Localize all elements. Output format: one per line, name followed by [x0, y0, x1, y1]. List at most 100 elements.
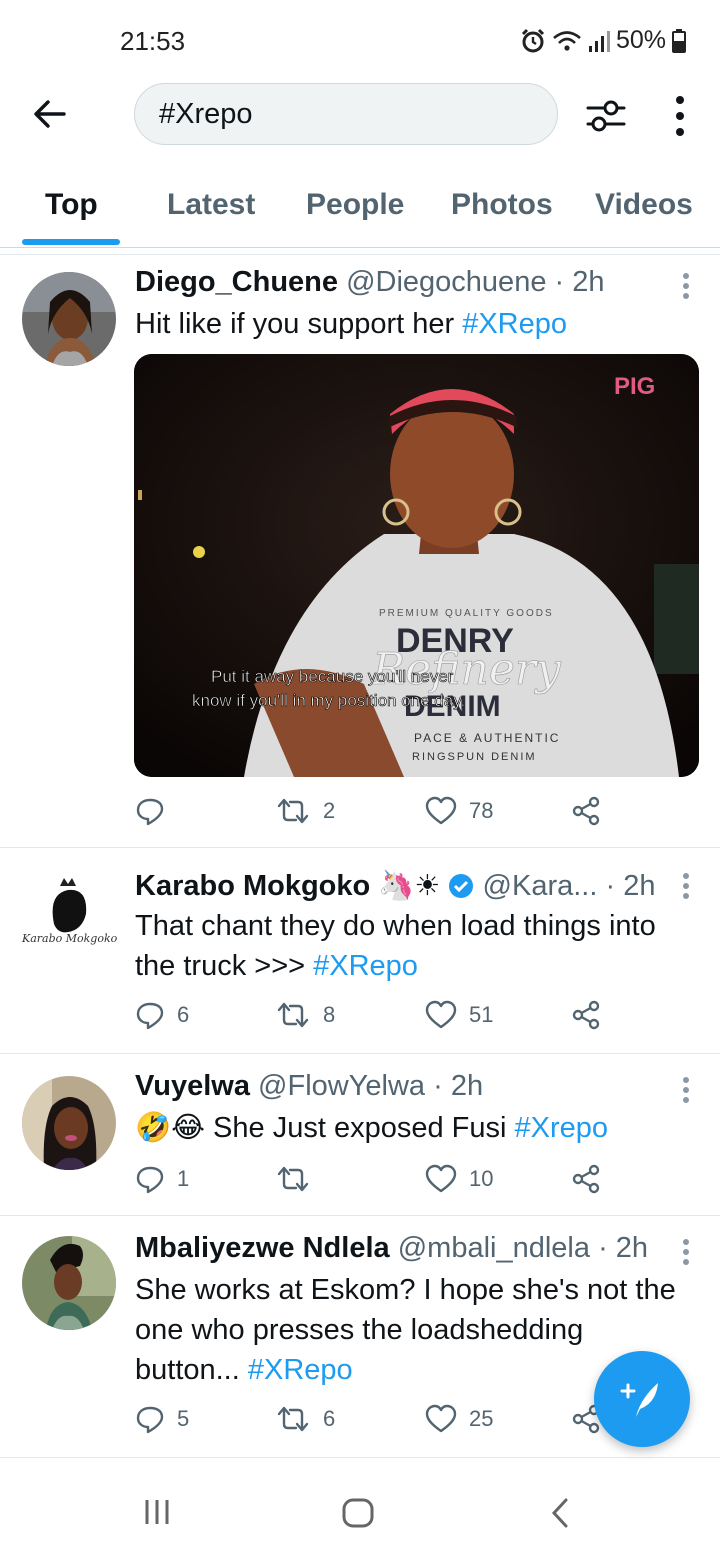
- battery-percent: 50%: [615, 26, 666, 54]
- wifi-icon: [553, 30, 581, 51]
- tweet-text: That chant they do when load things into…: [135, 906, 695, 986]
- avatar[interactable]: Karabo Mokgoko: [18, 864, 118, 958]
- retweet-count: 2: [323, 798, 336, 823]
- heart-icon: [425, 1000, 457, 1029]
- hashtag-link[interactable]: #Xrepo: [515, 1112, 609, 1144]
- share-button[interactable]: [571, 1164, 601, 1194]
- author-name[interactable]: Diego_Chuene: [135, 266, 338, 298]
- name-emoji: 🦄☀: [378, 870, 441, 902]
- shirt-print-text: PACE & AUTHENTIC: [414, 731, 560, 745]
- like-button[interactable]: 51: [425, 1000, 493, 1030]
- retweet-button[interactable]: 2: [275, 796, 335, 826]
- shirt-print-text: PREMIUM QUALITY GOODS: [379, 608, 554, 619]
- tweet-menu-icon[interactable]: [682, 1076, 690, 1104]
- tweet-menu-icon[interactable]: [682, 1238, 690, 1266]
- like-button[interactable]: 25: [425, 1404, 493, 1434]
- author-handle[interactable]: @mbali_ndlela: [398, 1232, 590, 1264]
- search-header: #Xrepo: [0, 80, 720, 152]
- heart-icon: [425, 796, 457, 825]
- author-name[interactable]: Mbaliyezwe Ndlela: [135, 1232, 390, 1264]
- author-handle[interactable]: @Diegochuene: [346, 266, 546, 298]
- tweet-card[interactable]: Vuyelwa @FlowYelwa · 2h 🤣😂 She Just expo…: [0, 1054, 720, 1216]
- heart-icon: [425, 1404, 457, 1433]
- retweet-count: 6: [323, 1406, 336, 1431]
- retweet-button[interactable]: 6: [275, 1404, 335, 1434]
- reply-button[interactable]: 5: [135, 1404, 189, 1434]
- share-icon: [572, 796, 600, 826]
- tweet-emoji: 🤣😂: [135, 1112, 205, 1144]
- nav-back-icon[interactable]: [550, 1498, 570, 1528]
- hashtag-link[interactable]: #XRepo: [248, 1354, 353, 1386]
- filter-icon[interactable]: [584, 94, 628, 138]
- tweet-menu-icon[interactable]: [682, 872, 690, 900]
- heart-icon: [425, 1164, 457, 1193]
- reply-button[interactable]: 6: [135, 1000, 189, 1030]
- retweet-button[interactable]: [275, 1164, 323, 1194]
- author-name[interactable]: Karabo Mokgoko: [135, 870, 370, 902]
- tab-photos[interactable]: Photos: [451, 188, 553, 222]
- recent-apps-icon[interactable]: [143, 1498, 171, 1526]
- tweet-actions: 1 10: [135, 1164, 605, 1204]
- hashtag-link[interactable]: #XRepo: [313, 950, 418, 982]
- author-handle[interactable]: @Kara...: [483, 870, 598, 902]
- status-time: 21:53: [120, 26, 186, 56]
- reply-button[interactable]: [135, 796, 177, 826]
- tweet-actions: 2 78: [135, 796, 605, 836]
- retweet-button[interactable]: 8: [275, 1000, 335, 1030]
- search-tabs: Top Latest People Photos Videos: [0, 172, 720, 248]
- tweet-text-body: She Just exposed Fusi: [205, 1112, 515, 1144]
- like-count: 78: [469, 798, 494, 823]
- search-input[interactable]: #Xrepo: [134, 83, 558, 145]
- reply-count: 5: [177, 1406, 190, 1431]
- share-button[interactable]: [571, 1000, 601, 1030]
- tweet-menu-icon[interactable]: [682, 272, 690, 300]
- more-options-icon[interactable]: [668, 94, 692, 138]
- reply-count: 6: [177, 1002, 190, 1027]
- tweet-header: Vuyelwa @FlowYelwa · 2h: [135, 1070, 483, 1103]
- system-navigation-bar: [0, 1462, 720, 1560]
- tweet-actions: 6 8 51: [135, 1000, 605, 1040]
- avatar[interactable]: [22, 1236, 116, 1330]
- active-tab-indicator: [22, 239, 120, 245]
- reply-icon: [136, 1166, 164, 1194]
- like-button[interactable]: 10: [425, 1164, 493, 1194]
- tweet-header: Karabo Mokgoko 🦄☀ @Kara... · 2h: [135, 868, 655, 903]
- tab-top[interactable]: Top: [45, 188, 98, 222]
- compose-feather-icon: [620, 1383, 658, 1417]
- tweet-text-body: Hit like if you support her: [135, 308, 463, 340]
- divider: [0, 254, 720, 255]
- tab-latest[interactable]: Latest: [167, 188, 255, 222]
- watermark-text: PIG: [614, 373, 655, 400]
- video-subtitle-line-1: Put it away because you'll never: [211, 667, 454, 686]
- battery-icon: [672, 28, 686, 53]
- avatar[interactable]: [22, 1076, 116, 1170]
- tweet-card[interactable]: Karabo Mokgoko Karabo Mokgoko 🦄☀ @Kara..…: [0, 848, 720, 1054]
- tweet-time: · 2h: [605, 870, 656, 902]
- reply-button[interactable]: 1: [135, 1164, 189, 1194]
- signal-icon: [588, 30, 610, 52]
- retweet-icon: [277, 1406, 309, 1432]
- home-icon[interactable]: [342, 1498, 374, 1528]
- avatar[interactable]: [22, 272, 116, 366]
- tweet-actions: 5 6 25: [135, 1404, 605, 1444]
- share-button[interactable]: [571, 796, 601, 826]
- tweet-media-image[interactable]: PIG PREMIUM QUALITY GOODS DENRY Refinery…: [134, 354, 699, 777]
- like-count: 51: [469, 1002, 494, 1027]
- tweet-time: · 2h: [598, 1232, 649, 1264]
- tab-people[interactable]: People: [306, 188, 404, 222]
- like-count: 10: [469, 1166, 494, 1191]
- tweet-card[interactable]: Diego_Chuene @Diegochuene · 2h Hit like …: [0, 256, 720, 848]
- status-bar: 21:53 50%: [0, 0, 720, 80]
- compose-tweet-button[interactable]: [594, 1351, 690, 1447]
- tab-videos[interactable]: Videos: [595, 188, 693, 222]
- retweet-icon: [277, 798, 309, 824]
- back-arrow-icon[interactable]: [30, 94, 70, 134]
- author-handle[interactable]: @FlowYelwa: [258, 1070, 425, 1102]
- author-name[interactable]: Vuyelwa: [135, 1070, 250, 1102]
- hashtag-link[interactable]: #XRepo: [462, 308, 567, 340]
- like-count: 25: [469, 1406, 494, 1431]
- avatar-logo-text: Karabo Mokgoko: [21, 932, 118, 945]
- reply-icon: [136, 798, 164, 826]
- reply-icon: [136, 1406, 164, 1434]
- like-button[interactable]: 78: [425, 796, 493, 826]
